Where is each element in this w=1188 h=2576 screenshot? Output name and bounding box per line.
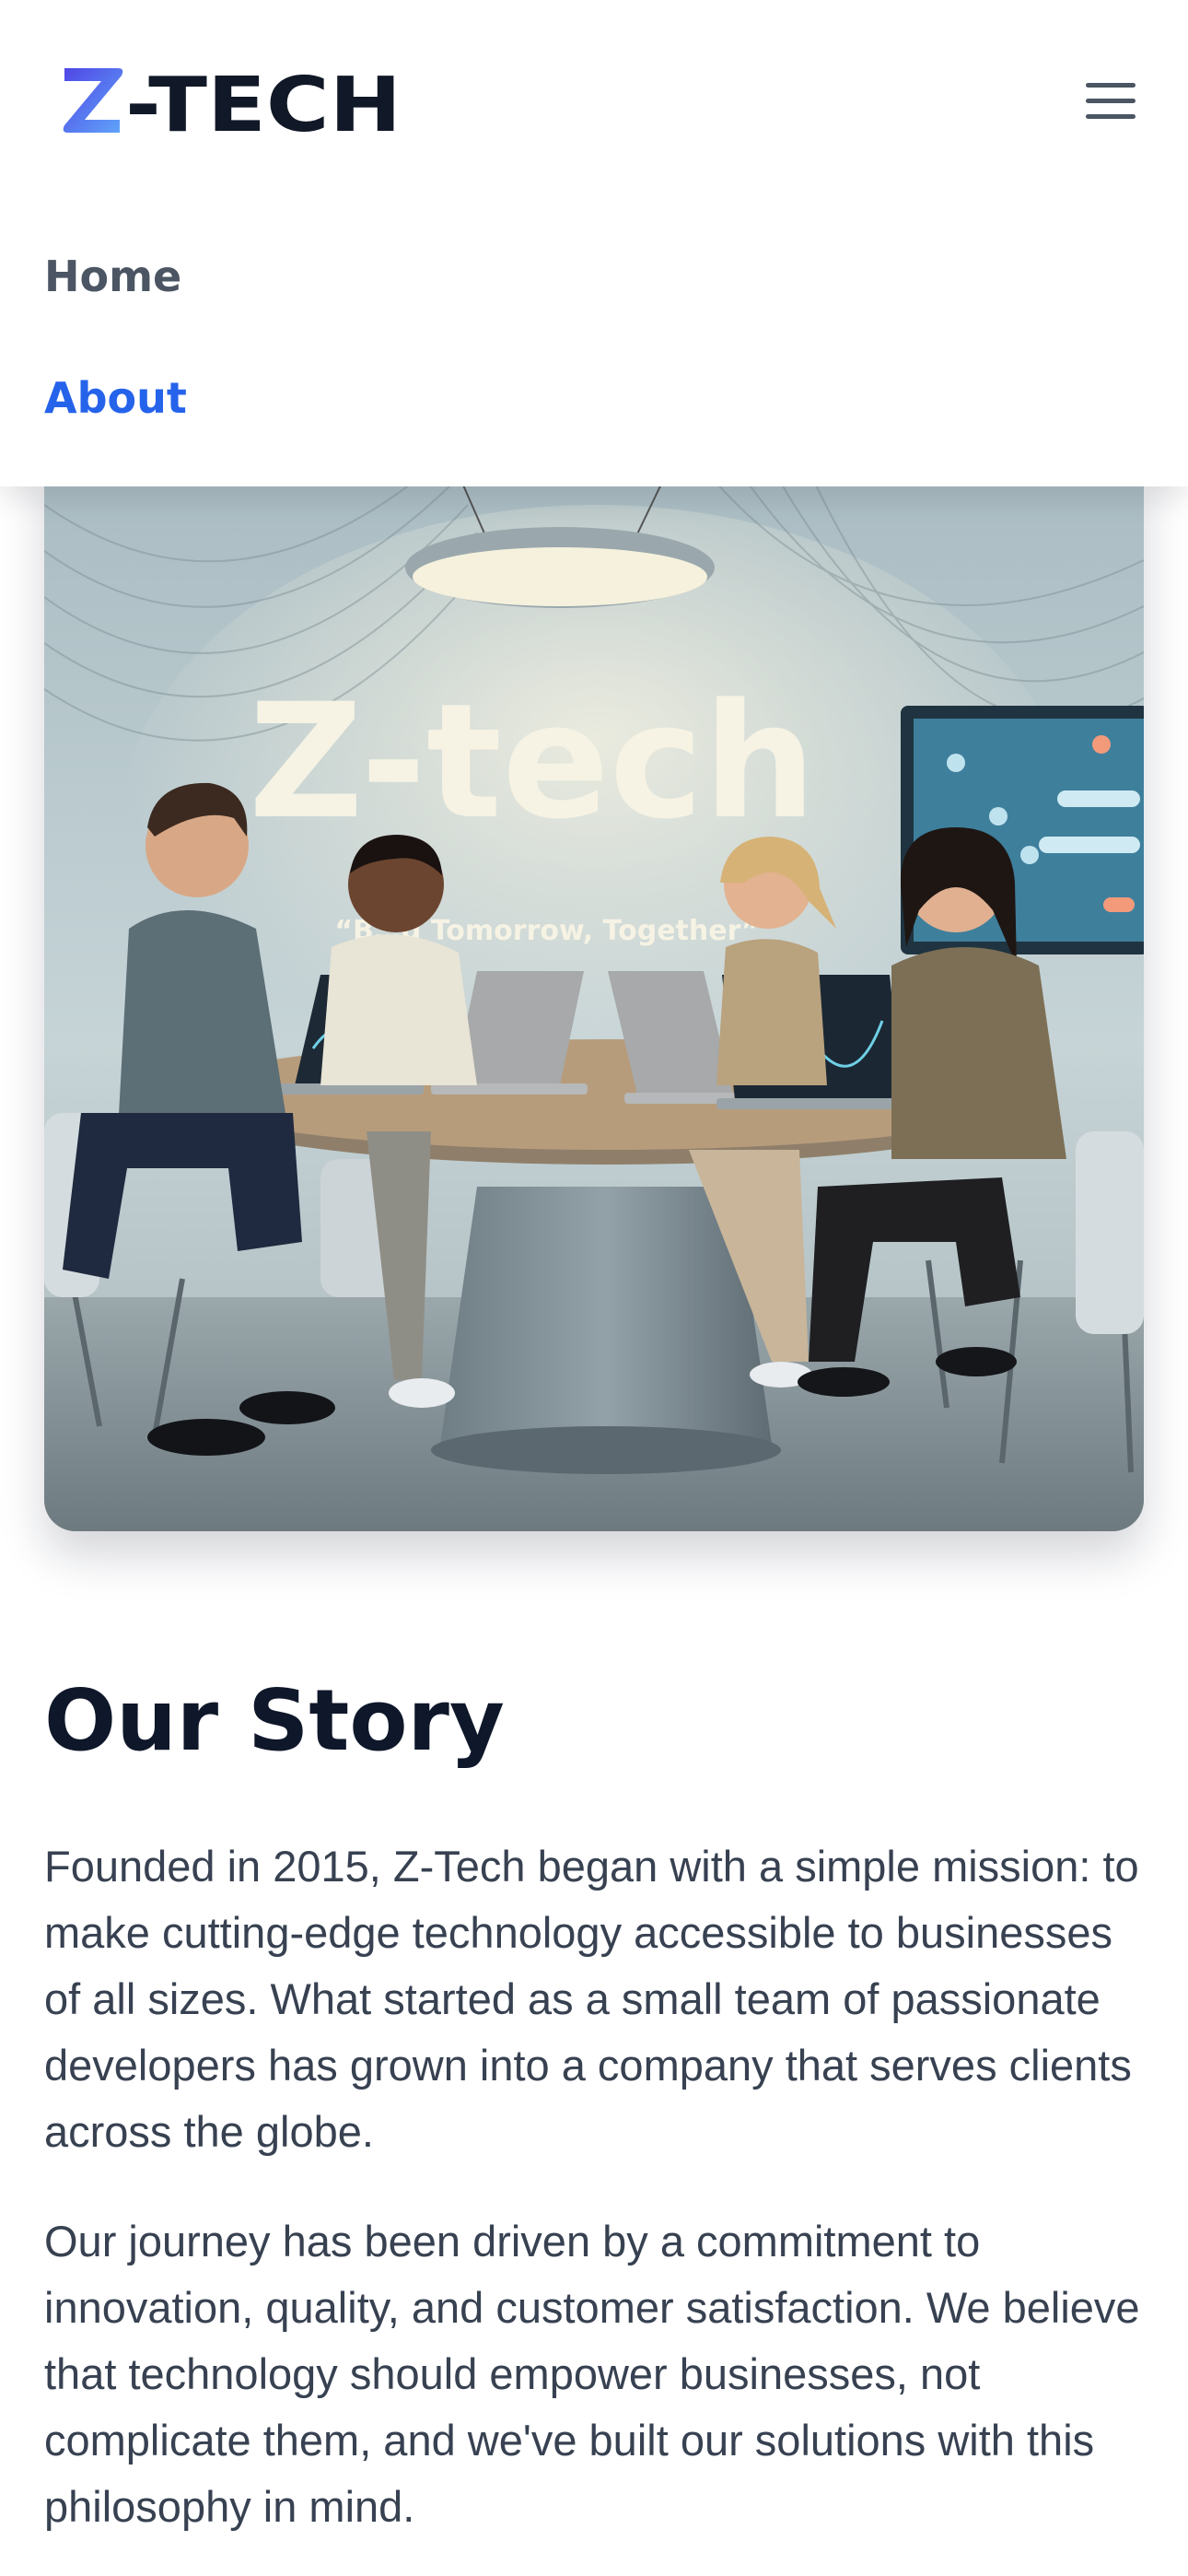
hero-image: Z-tech “B…g Tomorrow, Together” xyxy=(44,450,1144,1531)
story-paragraph-1: Founded in 2015, Z-Tech began with a sim… xyxy=(44,1842,1139,2156)
story-heading: Our Story xyxy=(44,1671,505,1770)
logo-mark: -TECH xyxy=(63,62,402,142)
brand-logo[interactable]: -TECH xyxy=(61,59,411,142)
wall-logo-text: Z-tech xyxy=(249,669,816,854)
nav-item-home[interactable]: Home xyxy=(44,249,181,304)
hamburger-menu-icon[interactable] xyxy=(1076,70,1146,131)
team-meeting-illustration: Z-tech “B…g Tomorrow, Together” xyxy=(44,450,1144,1531)
svg-text:-TECH: -TECH xyxy=(125,62,402,142)
nav-item-about[interactable]: About xyxy=(44,370,187,426)
story-paragraph-2: Our journey has been driven by a commitm… xyxy=(44,2217,1140,2531)
site-header: -TECH Home About xyxy=(0,0,1188,486)
